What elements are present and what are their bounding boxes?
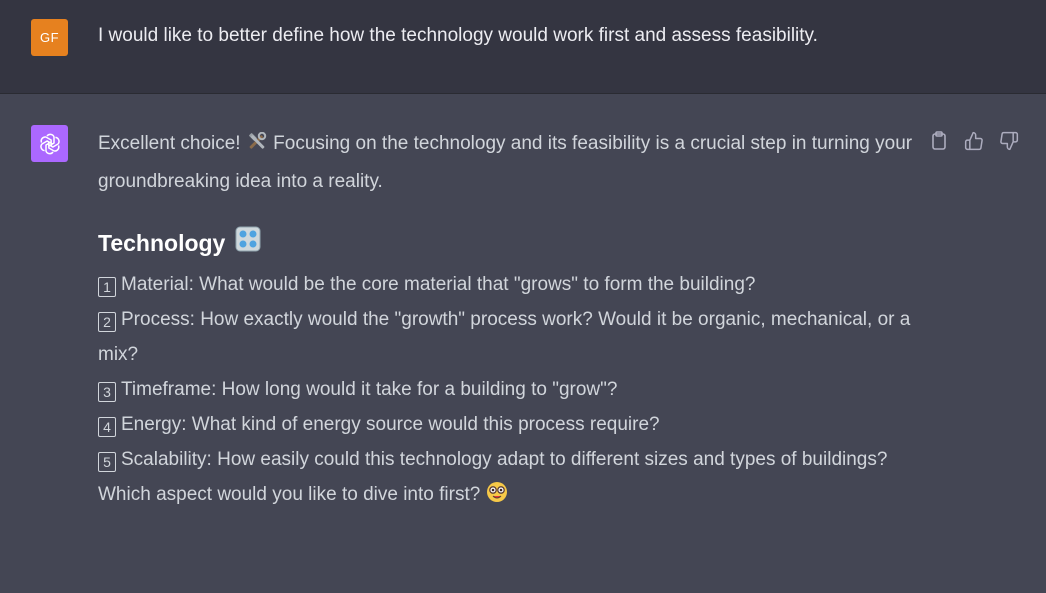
keycap-number-icon: 3 [98,382,116,402]
assistant-message: Excellent choice! Focusing on the techno… [98,126,918,515]
thumbs-up-button[interactable] [963,130,985,152]
intro-paragraph: Excellent choice! Focusing on the techno… [98,126,918,199]
heading-text: Technology [98,229,226,256]
keycap-number-icon: 2 [98,312,116,332]
list-item: 5 Scalability: How easily could this tech… [98,442,918,477]
user-message-row: GF I would like to better define how the… [0,0,1046,94]
thumbs-down-icon [1000,131,1019,151]
list-item-text: Timeframe: How long would it take for a … [121,379,618,400]
keycap-number-icon: 4 [98,417,116,437]
section-heading: Technology [98,226,918,259]
openai-logo-icon [31,125,68,162]
thumbs-up-icon [964,131,983,151]
user-message-text: I would like to better define how the te… [98,25,818,46]
keycap-number-icon: 1 [98,277,116,297]
list-item: 4 Energy: What kind of energy source woul… [98,407,918,442]
list-item: 3 Timeframe: How long would it take for a… [98,372,918,407]
intro-text-1: Excellent choice! [98,133,241,154]
message-actions [928,130,1020,152]
thumbs-down-button[interactable] [998,130,1020,152]
hammer-and-wrench-icon [246,129,268,164]
list-item-text: Scalability: How easily could this techn… [121,449,888,470]
list-item: 2 Process: How exactly would the "growth"… [98,302,918,372]
user-avatar: GF [31,19,68,56]
list-item-text: Process: How exactly would the "growth" … [98,309,911,365]
closing-text: Which aspect would you like to dive into… [98,484,481,505]
copy-button[interactable] [928,130,950,152]
closing-paragraph: Which aspect would you like to dive into… [98,477,918,515]
control-knobs-icon [235,226,261,259]
question-list: 1 Material: What would be the core materi… [98,267,918,477]
assistant-message-row: Excellent choice! Focusing on the techno… [0,94,1046,593]
nerd-face-icon [486,480,508,515]
list-item-text: Energy: What kind of energy source would… [121,414,660,435]
list-item-text: Material: What would be the core materia… [121,274,756,295]
keycap-number-icon: 5 [98,452,116,472]
clipboard-icon [932,131,946,150]
list-item: 1 Material: What would be the core materi… [98,267,918,302]
